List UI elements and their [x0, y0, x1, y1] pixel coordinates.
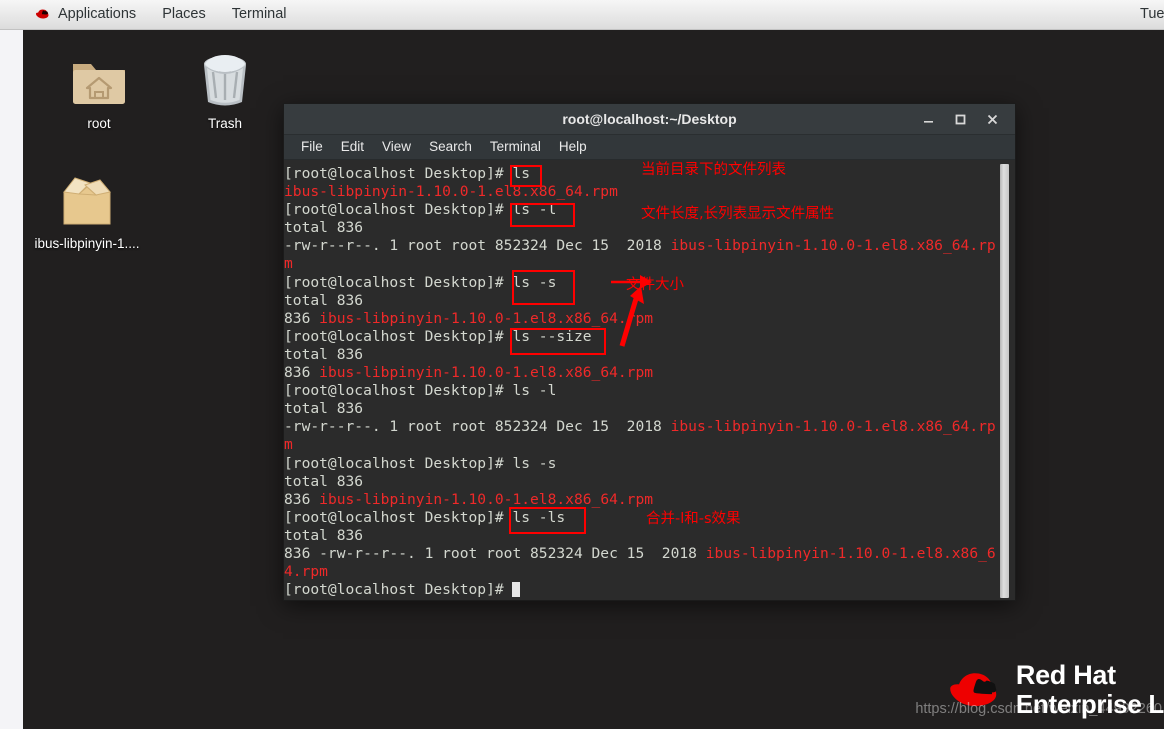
desktop-icon-package-label: ibus-libpinyin-1.... [34, 236, 140, 251]
menu-edit[interactable]: Edit [332, 135, 373, 159]
terminal-scrollbar-thumb[interactable] [1000, 164, 1009, 598]
window-controls [919, 104, 1009, 135]
desktop-icon-package[interactable]: ibus-libpinyin-1.... [23, 168, 151, 251]
panel-terminal[interactable]: Terminal [219, 0, 300, 29]
terminal-line: -rw-r--r--. 1 root root 852324 Dec 15 20… [284, 418, 996, 454]
annotation-file-size: 文件大小 [626, 277, 684, 293]
terminal-line: 836 ibus-libpinyin-1.10.0-1.el8.x86_64.r… [284, 364, 654, 382]
terminal-line: [root@localhost Desktop]# ls -ls [284, 508, 566, 526]
terminal-cursor [512, 582, 521, 598]
terminal-output-area[interactable]: [root@localhost Desktop]# ls ibus-libpiny… [284, 161, 1015, 600]
terminal-line: 836 -rw-r--r--. 1 root root 852324 Dec 1… [284, 544, 996, 581]
terminal-line: [root@localhost Desktop]# ls -l [284, 382, 557, 400]
menu-terminal[interactable]: Terminal [481, 135, 550, 159]
annotation-file-list: 当前目录下的文件列表 [641, 162, 786, 178]
terminal-line: total 836 [284, 526, 364, 544]
trash-can-icon [173, 48, 277, 110]
terminal-line: total 836 [284, 345, 364, 363]
terminal-text: [root@localhost Desktop]# ls ibus-libpiny… [284, 165, 998, 599]
redhat-brand-line1: Red Hat [1015, 660, 1116, 690]
terminal-line: total 836 [284, 472, 364, 490]
terminal-line: -rw-r--r--. 1 root root 852324 Dec 15 20… [284, 237, 996, 273]
menu-file[interactable]: File [292, 135, 332, 159]
panel-menu-group: Applications Places Terminal [0, 0, 300, 29]
menu-view[interactable]: View [373, 135, 420, 159]
terminal-scrollbar[interactable] [1000, 161, 1013, 600]
desktop-icon-root[interactable]: root [47, 48, 151, 131]
close-button[interactable] [983, 111, 1001, 129]
terminal-menubar: File Edit View Search Terminal Help [284, 135, 1015, 160]
annotation-long-listing: 文件长度,长列表显示文件属性 [641, 206, 835, 222]
maximize-button[interactable] [951, 111, 969, 129]
terminal-line: [root@localhost Desktop]# ls -s [284, 454, 557, 472]
desktop-icon-trash-label: Trash [207, 116, 242, 131]
terminal-line: 836 ibus-libpinyin-1.10.0-1.el8.x86_64.r… [284, 490, 654, 508]
blog-watermark: https://blog.csdn.net/weixin_44992260 [915, 701, 1162, 717]
redhat-logo-icon [34, 8, 51, 21]
arrow-up-diagonal-icon [619, 286, 644, 347]
terminal-titlebar[interactable]: root@localhost:~/Desktop [284, 104, 1015, 135]
desktop-icon-trash[interactable]: Trash [173, 48, 277, 131]
menu-search[interactable]: Search [420, 135, 481, 159]
terminal-line: total 836 [284, 400, 364, 418]
desktop-icon-root-label: root [87, 116, 111, 131]
screen-left-edge [0, 30, 23, 729]
home-folder-icon [47, 48, 151, 110]
panel-applications[interactable]: Applications [30, 0, 149, 29]
terminal-line: [root@localhost Desktop]# [284, 581, 998, 599]
top-panel: Applications Places Terminal Tue [0, 0, 1164, 30]
package-box-icon [23, 168, 151, 230]
menu-help[interactable]: Help [550, 135, 596, 159]
terminal-title: root@localhost:~/Desktop [562, 111, 737, 127]
panel-clock[interactable]: Tue [1140, 0, 1164, 29]
annotation-combined: 合并-l和-s效果 [646, 511, 741, 527]
panel-applications-label: Applications [58, 6, 137, 22]
panel-places[interactable]: Places [149, 0, 219, 29]
minimize-button[interactable] [919, 111, 937, 129]
terminal-line: ibus-libpinyin-1.10.0-1.el8.x86_64.rpm [284, 183, 618, 201]
